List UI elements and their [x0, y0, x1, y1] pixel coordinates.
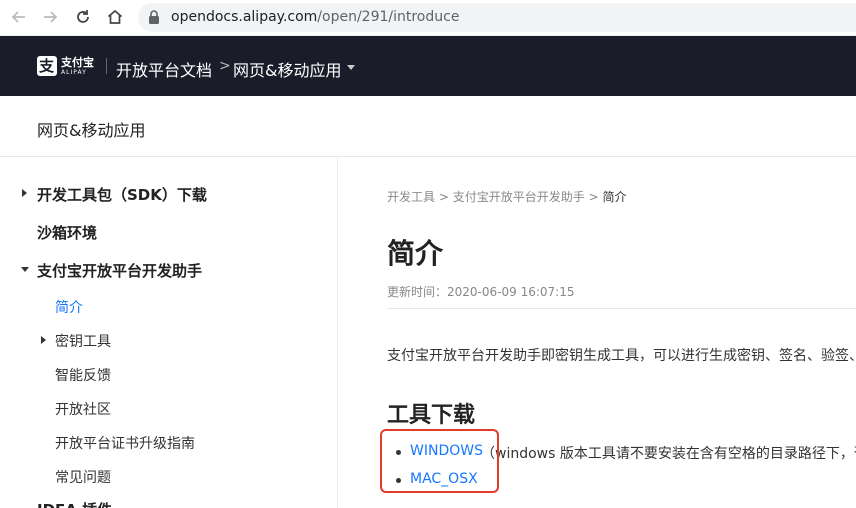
reload-button[interactable]	[72, 6, 94, 28]
breadcrumb-link-tools[interactable]: 开发工具	[387, 190, 435, 204]
arrow-left-icon	[11, 11, 25, 23]
header-docs-title[interactable]: 开放平台文档	[116, 57, 212, 81]
sidebar-item-idea-plugin[interactable]: IDEA 插件	[37, 499, 112, 508]
product-selector[interactable]: 网页&移动应用	[233, 57, 341, 81]
expand-arrow-icon[interactable]	[41, 336, 46, 344]
sidebar-item-cert-guide[interactable]: 开放平台证书升级指南	[55, 433, 195, 453]
page: opendocs.alipay.com/open/291/introduce 支…	[0, 0, 856, 508]
home-button[interactable]	[104, 6, 126, 28]
sidebar-item-sandbox[interactable]: 沙箱环境	[37, 222, 97, 243]
sidebar-item-sdk-download[interactable]: 开发工具包（SDK）下载	[37, 184, 207, 205]
sidebar-item-key-tool[interactable]: 密钥工具	[55, 331, 111, 351]
forward-button[interactable]	[39, 6, 61, 28]
sidebar-item-feedback[interactable]: 智能反馈	[55, 365, 111, 385]
expand-arrow-icon[interactable]	[22, 189, 27, 197]
back-button[interactable]	[8, 6, 30, 28]
section-bar: 网页&移动应用	[0, 96, 856, 157]
sidebar: 开发工具包（SDK）下载 沙箱环境 支付宝开放平台开发助手 简介 密钥工具 智能…	[0, 157, 338, 508]
page-title: 简介	[387, 237, 444, 270]
lock-icon	[149, 10, 159, 24]
section-title: 网页&移动应用	[37, 121, 146, 140]
url-path: /open/291/introduce	[317, 9, 460, 25]
alipay-logo[interactable]: 支 支付宝 ALIPAY	[37, 56, 94, 76]
breadcrumb-separator: >	[588, 190, 599, 204]
collapse-arrow-icon[interactable]	[21, 267, 29, 272]
sidebar-item-community[interactable]: 开放社区	[55, 399, 111, 419]
reload-icon	[77, 10, 89, 23]
logo-text-cn: 支付宝	[61, 55, 94, 69]
breadcrumb: 开发工具 > 支付宝开放平台开发助手 > 简介	[387, 188, 626, 205]
divider	[387, 308, 856, 309]
updated-value: 2020-06-09 16:07:15	[447, 285, 575, 299]
browser-toolbar: opendocs.alipay.com/open/291/introduce	[0, 0, 856, 36]
downloads-heading: 工具下载	[387, 403, 476, 428]
url-host: opendocs.alipay.com	[171, 9, 318, 25]
updated-label: 更新时间：	[387, 285, 448, 299]
intro-paragraph: 支付宝开放平台开发助手即密钥生成工具，可以进行生成密钥、签名、验签、	[387, 348, 856, 364]
alipay-logo-icon: 支	[37, 56, 57, 76]
caret-down-icon[interactable]	[347, 65, 355, 70]
header-divider	[106, 58, 107, 74]
header-separator: >	[219, 58, 231, 74]
address-bar[interactable]: opendocs.alipay.com/open/291/introduce	[138, 3, 856, 32]
red-highlight-box	[380, 429, 499, 493]
updated-time: 更新时间：2020-06-09 16:07:15	[387, 283, 574, 300]
breadcrumb-separator: >	[438, 190, 449, 204]
sidebar-item-faq[interactable]: 常见问题	[55, 467, 111, 487]
sidebar-item-introduce[interactable]: 简介	[55, 297, 83, 317]
download-windows-note: （windows 版本工具请不要安装在含有空格的目录路径下，否	[481, 446, 856, 462]
breadcrumb-link-assistant[interactable]: 支付宝开放平台开发助手	[453, 190, 585, 204]
sidebar-item-dev-assistant[interactable]: 支付宝开放平台开发助手	[37, 260, 202, 281]
arrow-right-icon	[44, 11, 58, 23]
address-text: opendocs.alipay.com/open/291/introduce	[171, 9, 459, 25]
home-icon	[107, 9, 123, 24]
logo-text-en: ALIPAY	[61, 68, 87, 76]
breadcrumb-current: 简介	[602, 190, 627, 204]
